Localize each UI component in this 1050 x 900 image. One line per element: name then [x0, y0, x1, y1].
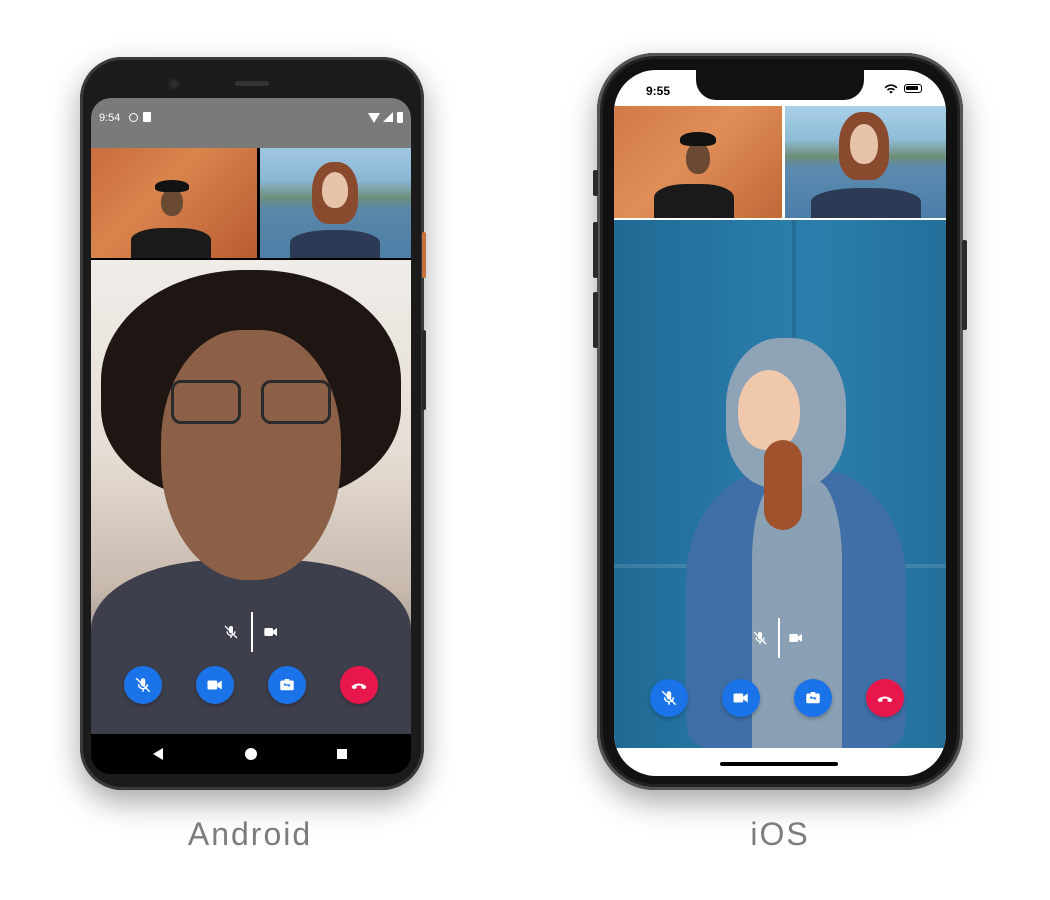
mic-off-icon: [753, 631, 767, 645]
remote-video-tile-1[interactable]: [91, 148, 257, 258]
switch-camera-icon: [280, 679, 294, 691]
person-head: [322, 172, 348, 208]
android-screen: 9:54: [91, 98, 411, 774]
sd-card-icon: [143, 112, 151, 122]
android-power-button: [422, 232, 426, 278]
person-body: [811, 188, 921, 218]
android-speaker: [235, 81, 269, 86]
call-end-icon: [351, 683, 367, 690]
android-volume-button: [422, 330, 426, 410]
videocam-icon: [264, 628, 277, 636]
camera-toggle-button[interactable]: [196, 666, 234, 704]
home-indicator[interactable]: [720, 762, 838, 766]
videocam-icon: [789, 634, 802, 642]
android-nav-bar: [91, 734, 411, 774]
back-icon[interactable]: [153, 748, 163, 760]
remote-video-main: [614, 220, 946, 748]
status-time: 9:54: [99, 112, 121, 124]
signal-icon: [383, 112, 393, 122]
wifi-icon: [884, 84, 898, 94]
person-hair: [764, 440, 802, 530]
switch-camera-button[interactable]: [794, 679, 832, 717]
ios-side-button: [962, 240, 967, 330]
remote-video-tile-1[interactable]: [614, 106, 782, 218]
end-call-button[interactable]: [866, 679, 904, 717]
person-head: [850, 124, 878, 164]
glasses-left: [171, 380, 241, 424]
end-call-button[interactable]: [340, 666, 378, 704]
indicator-divider: [251, 612, 253, 652]
wifi-icon: [368, 113, 380, 123]
remote-video-tile-2[interactable]: [260, 148, 411, 258]
home-icon[interactable]: [245, 748, 257, 760]
android-label: Android: [187, 816, 313, 852]
person-head: [686, 142, 710, 174]
indicator-divider: [778, 618, 780, 658]
ios-silent-switch: [593, 170, 598, 196]
switch-camera-icon: [806, 692, 820, 704]
switch-camera-button[interactable]: [268, 666, 306, 704]
videocam-icon: [207, 680, 222, 690]
mic-off-icon: [661, 690, 677, 706]
mute-button[interactable]: [124, 666, 162, 704]
ios-screen: 9:55: [614, 70, 946, 776]
person-body: [290, 230, 380, 258]
hat-shape: [680, 132, 716, 146]
local-video-main: [91, 260, 411, 734]
person-head: [738, 370, 800, 450]
person-body: [654, 184, 734, 218]
ios-volume-up: [593, 222, 598, 278]
ios-notch: [696, 70, 864, 100]
hat-shape: [155, 180, 189, 192]
person-head: [161, 188, 183, 216]
mute-button[interactable]: [650, 679, 688, 717]
battery-icon: [397, 112, 403, 123]
call-end-icon: [877, 696, 893, 703]
glasses-right: [261, 380, 331, 424]
status-time: 9:55: [646, 84, 671, 98]
remote-video-tile-2[interactable]: [785, 106, 946, 218]
videocam-icon: [733, 693, 748, 703]
recents-icon[interactable]: [337, 749, 347, 759]
mic-off-icon: [135, 677, 151, 693]
camera-toggle-button[interactable]: [722, 679, 760, 717]
mic-off-icon: [224, 625, 238, 639]
person-body: [131, 228, 211, 258]
battery-icon: [904, 84, 922, 93]
data-saver-icon: [129, 113, 138, 122]
android-status-bar: 9:54: [91, 98, 411, 148]
person-head: [161, 330, 341, 580]
ios-volume-down: [593, 292, 598, 348]
ios-label: iOS: [750, 816, 810, 852]
android-front-camera: [168, 78, 180, 90]
